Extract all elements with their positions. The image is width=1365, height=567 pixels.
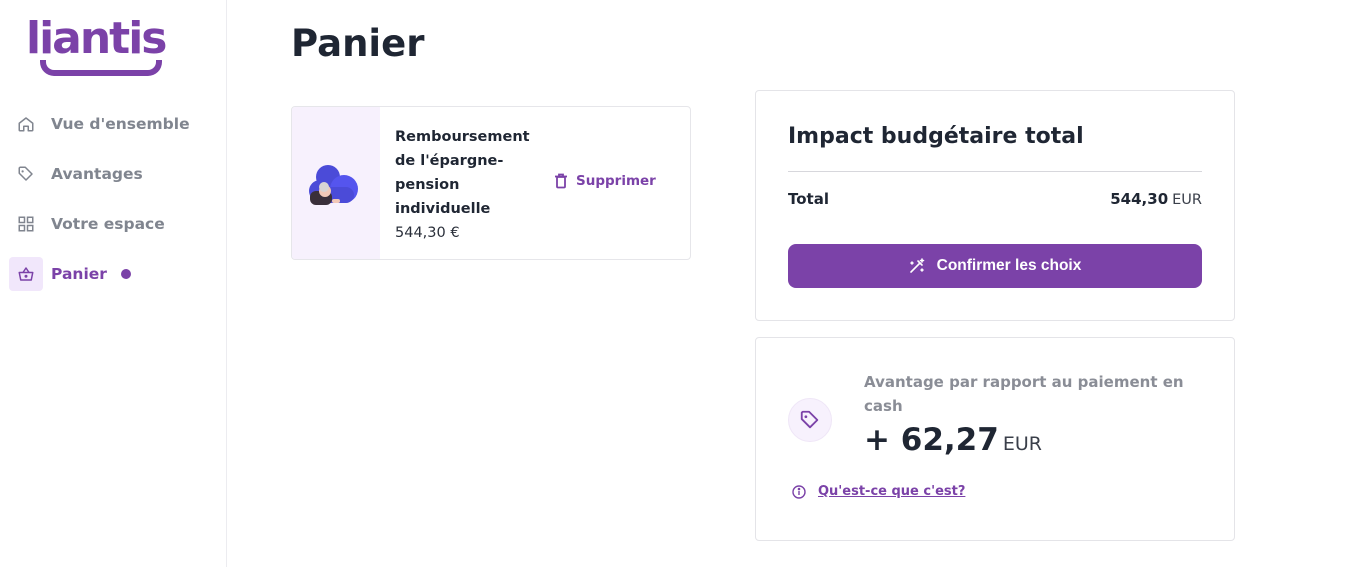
- info-icon: [792, 484, 806, 499]
- advantage-card: Avantage par rapport au paiement en cash…: [755, 337, 1235, 541]
- sidebar-item-vue-ensemble[interactable]: Vue d'ensemble: [9, 107, 219, 141]
- logo-smile-shape: [40, 60, 162, 76]
- delete-label: Supprimer: [576, 173, 656, 189]
- delete-button[interactable]: Supprimer: [554, 173, 656, 189]
- budget-summary-card: Impact budgétaire total Total 544,30 EUR …: [755, 90, 1235, 321]
- cart-item: Remboursement de l'épargne-pension indiv…: [291, 106, 691, 260]
- page-title: Panier: [291, 22, 425, 65]
- tag-icon: [9, 157, 43, 191]
- sidebar-item-label: Panier: [51, 265, 107, 283]
- summary-heading: Impact budgétaire total: [788, 124, 1084, 149]
- logo-text: liantis: [26, 13, 167, 64]
- pension-illustration: [292, 107, 380, 259]
- sidebar-item-label: Vue d'ensemble: [51, 115, 190, 133]
- total-value: 544,30 EUR: [1110, 190, 1202, 208]
- sidebar-item-votre-espace[interactable]: Votre espace: [9, 207, 219, 241]
- notification-dot: [120, 269, 131, 279]
- cart-item-name: Remboursement de l'épargne-pension indiv…: [395, 129, 530, 217]
- advantage-currency: EUR: [1002, 433, 1042, 455]
- price-tag-icon: [788, 398, 832, 442]
- advantage-label: Avantage par rapport au paiement en cash: [864, 373, 1184, 415]
- grid-icon: [9, 207, 43, 241]
- trash-icon: [555, 173, 567, 189]
- info-link-label: Qu'est-ce que c'est?: [818, 484, 966, 499]
- sidebar-item-label: Avantages: [51, 165, 143, 183]
- info-link[interactable]: Qu'est-ce que c'est?: [792, 484, 965, 499]
- total-currency: EUR: [1172, 192, 1202, 208]
- divider: [788, 171, 1202, 172]
- magic-wand-icon: [909, 258, 924, 273]
- advantage-value: + 62,27: [864, 422, 999, 458]
- basket-icon: [9, 257, 43, 291]
- advantage-amount: + 62,27 EUR: [864, 422, 1042, 458]
- sidebar: liantis Vue d'ensemble Avantages Votre e…: [0, 0, 227, 567]
- total-label: Total: [788, 190, 829, 208]
- sidebar-nav: Vue d'ensemble Avantages Votre espace Pa…: [9, 107, 219, 307]
- liantis-logo[interactable]: liantis: [26, 14, 178, 78]
- sidebar-item-avantages[interactable]: Avantages: [9, 157, 219, 191]
- cart-item-price: 544,30 €: [395, 225, 460, 241]
- confirm-choices-button[interactable]: Confirmer les choix: [788, 244, 1202, 288]
- home-icon: [9, 107, 43, 141]
- total-amount: 544,30: [1110, 190, 1169, 208]
- sidebar-item-panier[interactable]: Panier: [9, 257, 219, 291]
- confirm-label: Confirmer les choix: [936, 257, 1082, 274]
- sidebar-item-label: Votre espace: [51, 215, 165, 233]
